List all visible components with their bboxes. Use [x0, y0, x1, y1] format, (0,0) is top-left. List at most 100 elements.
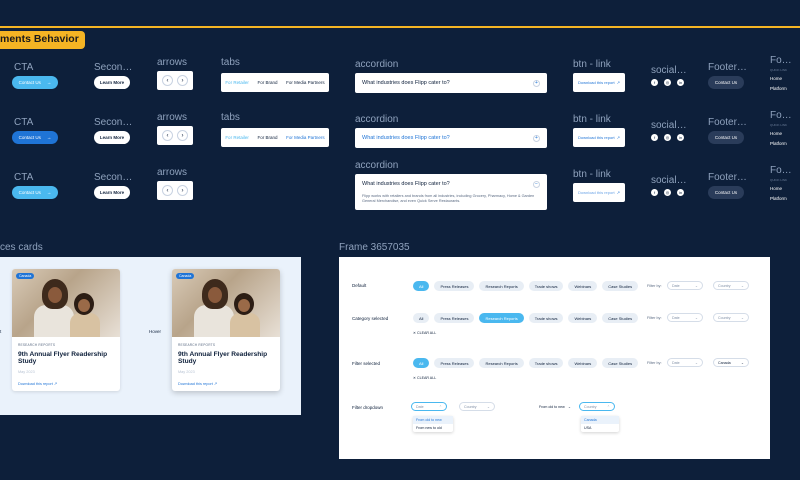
footer-button-hover[interactable]: Contact Us [708, 131, 744, 144]
arrow-right-icon: → [46, 135, 52, 140]
country-option-usa[interactable]: USA [581, 424, 619, 432]
instagram-icon[interactable]: ◎ [664, 134, 671, 141]
clear-all-text: CLEAR ALL [417, 331, 437, 335]
card-category: RESEARCH REPORTS [18, 343, 56, 347]
instagram-icon[interactable]: ◎ [664, 189, 671, 196]
date-select[interactable]: Date ⌄ [667, 313, 703, 322]
close-icon: ✕ [413, 331, 417, 335]
row-label-dropdown: Filter dropdown [352, 405, 384, 410]
btn-link-label: btn - link [573, 114, 611, 125]
chip-webinars[interactable]: Webinars [568, 313, 598, 323]
chip-webinars[interactable]: Webinars [568, 358, 598, 368]
country-option-canada[interactable]: Canada [581, 416, 619, 424]
secondary-button-hover[interactable]: Learn More [94, 131, 130, 144]
card-link[interactable]: Download this report ↗ [18, 381, 114, 386]
cta-button-active[interactable]: Contact Us → [12, 186, 58, 199]
clear-all-link[interactable]: ✕ CLEAR ALL [413, 376, 436, 380]
accordion-default[interactable]: What industries does Flipp cater to? + [355, 73, 547, 93]
facebook-icon[interactable]: f [651, 134, 658, 141]
footer-button-default[interactable]: Contact Us [708, 76, 744, 89]
arrow-left-icon[interactable]: ‹ [162, 75, 173, 86]
card-title: 9th Annual Flyer Readership Study [18, 351, 108, 365]
accordion-open[interactable]: What industries does Flipp cater to? − Fl… [355, 174, 547, 210]
arrows-label: arrows [157, 57, 188, 68]
btn-link-active[interactable]: Download this report ↗ [573, 183, 625, 202]
fo-link-home[interactable]: Home [770, 186, 787, 191]
arrow-left-icon[interactable]: ‹ [162, 185, 173, 196]
btn-link-hover[interactable]: Download this report ↗ [573, 128, 625, 147]
chip-press-releases[interactable]: Press Releases [434, 281, 475, 291]
tab-retailer[interactable]: For Retailer [225, 135, 249, 140]
date-select-open[interactable]: Date ⌃ [411, 402, 447, 411]
country-select[interactable]: Country ⌄ [459, 402, 495, 411]
fo-link-platform[interactable]: Platform [770, 86, 787, 91]
fo-link-home[interactable]: Home [770, 131, 787, 136]
tab-retailer[interactable]: For Retailer [225, 80, 249, 85]
chip-press-releases[interactable]: Press Releases [434, 313, 475, 323]
plus-icon[interactable]: + [533, 79, 540, 87]
chip-trade-shows[interactable]: Trade shows [528, 358, 564, 368]
minus-icon[interactable]: − [533, 180, 540, 188]
facebook-icon[interactable]: f [651, 189, 658, 196]
date-option-old-new[interactable]: From old to new [413, 416, 453, 424]
card-link[interactable]: Download this report ↗ [178, 381, 274, 386]
chip-webinars[interactable]: Webinars [568, 281, 598, 291]
secondary-button-active[interactable]: Learn More [94, 186, 130, 199]
date-select[interactable]: Date ⌄ [667, 358, 703, 367]
footer-button-active[interactable]: Contact Us [708, 186, 744, 199]
resource-card-hover[interactable]: Canada RESEARCH REPORTS 9th Annual Flyer… [172, 269, 280, 391]
chip-all[interactable]: All [413, 281, 430, 291]
sort-select[interactable]: From old to new ⌄ [535, 402, 575, 411]
chip-trade-shows[interactable]: Trade shows [528, 281, 564, 291]
country-select[interactable]: Country ⌄ [713, 313, 749, 322]
filter-by-label: Filter by: [647, 361, 662, 365]
accordion-question: What industries does Flipp cater to? [362, 80, 450, 86]
accordion-hover[interactable]: What industries does Flipp cater to? + [355, 128, 547, 148]
clear-all-link[interactable]: ✕ CLEAR ALL [413, 331, 436, 335]
arrows-label: arrows [157, 167, 188, 178]
chip-case-studies[interactable]: Case Studies [602, 281, 639, 291]
chip-trade-shows[interactable]: Trade shows [528, 313, 564, 323]
linkedin-icon[interactable]: in [677, 79, 684, 86]
linkedin-icon[interactable]: in [677, 134, 684, 141]
tab-brand[interactable]: For Brand [257, 135, 277, 140]
resource-card-default[interactable]: Canada RESEARCH REPORTS 9th Annual Flyer… [12, 269, 120, 391]
chip-case-studies[interactable]: Case Studies [602, 313, 639, 323]
chip-all[interactable]: All [413, 313, 430, 323]
chip-group-category: All Press Releases Research Reports Trad… [413, 313, 639, 323]
chip-research-reports[interactable]: Research Reports [479, 281, 524, 291]
arrow-right-icon[interactable]: › [177, 185, 188, 196]
fo-link-platform[interactable]: Platform [770, 141, 787, 146]
date-select[interactable]: Date ⌄ [667, 281, 703, 290]
tab-media-partners[interactable]: For Media Partners [286, 135, 325, 140]
chip-all[interactable]: All [413, 358, 430, 368]
chip-research-reports[interactable]: Research Reports [479, 313, 524, 323]
arrow-right-icon[interactable]: › [177, 130, 188, 141]
cta-button-default[interactable]: Contact Us → [12, 76, 58, 89]
chevron-down-icon: ⌄ [694, 283, 698, 288]
country-select[interactable]: Country ⌄ [713, 281, 749, 290]
linkedin-icon[interactable]: in [677, 189, 684, 196]
btn-link-default[interactable]: Download this report ↗ [573, 73, 625, 92]
secondary-button-default[interactable]: Learn More [94, 76, 130, 89]
chip-research-reports[interactable]: Research Reports [479, 358, 524, 368]
fo-small-heading: QUICK LINK [770, 178, 788, 182]
country-select-open[interactable]: Country ⌃ [579, 402, 615, 411]
country-select-selected[interactable]: Canada ⌄ [713, 358, 749, 367]
fo-link-platform[interactable]: Platform [770, 196, 787, 201]
social-icons-active: f ◎ in [651, 189, 684, 196]
cta-button-hover[interactable]: Contact Us → [12, 131, 58, 144]
arrow-right-icon[interactable]: › [177, 75, 188, 86]
chevron-down-icon: ⌄ [740, 360, 744, 365]
date-option-new-old[interactable]: From new to old [413, 424, 453, 432]
chip-case-studies[interactable]: Case Studies [602, 358, 639, 368]
facebook-icon[interactable]: f [651, 79, 658, 86]
plus-icon[interactable]: + [533, 134, 540, 142]
chip-press-releases[interactable]: Press Releases [434, 358, 475, 368]
tab-brand[interactable]: For Brand [257, 80, 277, 85]
instagram-icon[interactable]: ◎ [664, 79, 671, 86]
arrow-left-icon[interactable]: ‹ [162, 130, 173, 141]
fo-link-home[interactable]: Home [770, 76, 787, 81]
cta-text: Contact Us [18, 80, 41, 85]
tab-media-partners[interactable]: For Media Partners [286, 80, 325, 85]
